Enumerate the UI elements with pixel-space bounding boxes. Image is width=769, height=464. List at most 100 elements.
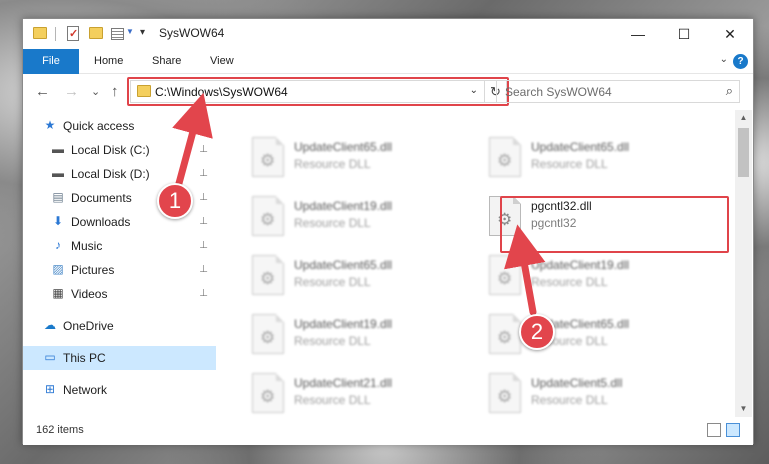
up-button[interactable]: ↑: [111, 83, 119, 100]
file-item[interactable]: ⚙ UpdateClient19.dll Resource DLL: [246, 309, 476, 363]
item-count: 162 items: [36, 424, 84, 436]
network-icon: ⊞: [44, 382, 56, 396]
drive-icon: ▬: [52, 166, 64, 180]
file-name: UpdateClient5.dll: [531, 376, 623, 390]
file-description: Resource DLL: [294, 393, 371, 407]
file-item[interactable]: ⚙ UpdateClient21.dll Resource DLL: [246, 368, 476, 417]
file-name: UpdateClient19.dll: [294, 199, 393, 213]
sidebar-item-label: Local Disk (C:): [71, 143, 150, 157]
file-description: Resource DLL: [294, 275, 371, 289]
file-description: Resource DLL: [531, 393, 608, 407]
sidebar-item[interactable]: ▬ Local Disk (C:) ⊥: [23, 138, 216, 162]
sidebar-item-label: This PC: [63, 351, 106, 365]
tab-view[interactable]: View: [210, 49, 234, 74]
gear-icon: ⚙: [260, 151, 276, 170]
gear-icon: ⚙: [260, 269, 276, 288]
download-icon: ⬇: [52, 214, 64, 228]
sidebar-item[interactable]: ★ Quick access: [23, 114, 216, 138]
file-item[interactable]: ⚙ UpdateClient19.dll Resource DLL: [483, 250, 713, 304]
file-item[interactable]: ⚙ UpdateClient65.dll Resource DLL: [246, 132, 476, 186]
maximize-button[interactable]: ☐: [661, 19, 707, 49]
dll-file-icon: ⚙: [489, 314, 521, 354]
file-item[interactable]: ⚙ UpdateClient65.dll Resource DLL: [483, 309, 713, 363]
customize-arrow-icon[interactable]: ▼: [126, 27, 134, 36]
sidebar-item-label: Videos: [71, 287, 108, 301]
dll-file-icon: ⚙: [252, 314, 284, 354]
drive-icon: ▬: [52, 142, 64, 156]
sidebar-item[interactable]: ⊞ Network: [23, 378, 216, 402]
tab-file[interactable]: File: [23, 49, 79, 74]
recent-locations-button[interactable]: ⌄: [91, 85, 100, 98]
gear-icon: ⚙: [497, 151, 513, 170]
file-name: UpdateClient19.dll: [531, 258, 630, 272]
pin-icon[interactable]: ⊥: [199, 264, 208, 275]
dll-file-icon: ⚙: [252, 373, 284, 413]
callout-1: 1: [157, 183, 193, 219]
ribbon-tabs: File Home Share View ⌄ ?: [23, 49, 753, 74]
sidebar-item[interactable]: ▭ This PC: [23, 346, 216, 370]
folder-icon: [33, 27, 47, 39]
sidebar-item-label: Quick access: [63, 119, 135, 133]
document-icon: ▤: [52, 190, 64, 204]
search-icon[interactable]: ⌕: [726, 83, 733, 99]
pin-icon[interactable]: ⊥: [199, 168, 208, 179]
close-button[interactable]: ✕: [707, 19, 753, 49]
gear-icon: ⚙: [497, 328, 513, 347]
scroll-thumb[interactable]: [738, 128, 749, 177]
file-name: UpdateClient65.dll: [531, 140, 630, 154]
sidebar-item[interactable]: ▬ Local Disk (D:) ⊥: [23, 162, 216, 186]
sidebar-item-label: Music: [71, 239, 103, 253]
gear-icon: ⚙: [260, 387, 276, 406]
file-item[interactable]: ⚙ UpdateClient65.dll Resource DLL: [483, 132, 713, 186]
tab-home[interactable]: Home: [94, 49, 123, 74]
chevron-down-icon[interactable]: ⌄: [720, 54, 728, 65]
properties-check-icon[interactable]: ✓: [67, 26, 79, 41]
help-icon[interactable]: ?: [733, 54, 748, 69]
search-placeholder: Search SysWOW64: [505, 85, 612, 99]
sidebar-item[interactable]: ▦ Videos ⊥: [23, 282, 216, 306]
sidebar-item-label: Pictures: [71, 263, 115, 277]
search-input[interactable]: Search SysWOW64 ⌕: [496, 80, 740, 103]
file-name: UpdateClient65.dll: [294, 258, 393, 272]
details-view-icon[interactable]: [707, 423, 721, 437]
file-description: Resource DLL: [294, 216, 371, 230]
dll-file-icon: ⚙: [489, 373, 521, 413]
window-title: SysWOW64: [159, 26, 225, 40]
minimize-button[interactable]: —: [615, 19, 661, 49]
pin-icon[interactable]: ⊥: [199, 144, 208, 155]
file-item[interactable]: ⚙ UpdateClient5.dll Resource DLL: [483, 368, 713, 417]
file-description: Resource DLL: [531, 275, 608, 289]
sidebar-item-label: Documents: [71, 191, 132, 205]
new-folder-icon[interactable]: [89, 27, 103, 39]
dll-file-icon: ⚙: [489, 255, 521, 295]
cloud-icon: ☁: [44, 318, 56, 332]
file-description: Resource DLL: [294, 157, 371, 171]
pin-icon[interactable]: ⊥: [199, 192, 208, 203]
navigation-pane: ★ Quick access ▬ Local Disk (C:) ⊥ ▬ Local Dis…: [23, 110, 216, 417]
file-description: Resource DLL: [294, 334, 371, 348]
sidebar-item[interactable]: ▨ Pictures ⊥: [23, 258, 216, 282]
sidebar-item[interactable]: ♪ Music ⊥: [23, 234, 216, 258]
gear-icon: ⚙: [497, 269, 513, 288]
quick-access-dropdown-icon[interactable]: ▾: [140, 27, 145, 38]
file-list: ⚙ UpdateClient65.dll Resource DLL ⚙ UpdateCl…: [216, 110, 735, 417]
tab-share[interactable]: Share: [152, 49, 181, 74]
file-item[interactable]: ⚙ UpdateClient65.dll Resource DLL: [246, 250, 476, 304]
pin-icon[interactable]: ⊥: [199, 216, 208, 227]
star-icon: ★: [44, 118, 56, 132]
scroll-down-icon[interactable]: ▼: [735, 401, 752, 417]
dll-file-icon: ⚙: [252, 255, 284, 295]
back-button[interactable]: ←: [35, 83, 50, 100]
callout-2: 2: [519, 314, 555, 350]
forward-button[interactable]: →: [64, 83, 79, 100]
sidebar-item[interactable]: ☁ OneDrive: [23, 314, 216, 338]
pin-icon[interactable]: ⊥: [199, 240, 208, 251]
scroll-up-icon[interactable]: ▲: [735, 110, 752, 126]
properties-icon[interactable]: [111, 28, 124, 40]
navigation-bar: ← → ⌄ ↑ C:\Windows\SysWOW64 ⌄ ↻ Search S…: [23, 74, 753, 110]
vertical-scrollbar[interactable]: ▲ ▼: [735, 110, 752, 417]
pin-icon[interactable]: ⊥: [199, 288, 208, 299]
file-item[interactable]: ⚙ UpdateClient19.dll Resource DLL: [246, 191, 476, 245]
file-name: UpdateClient21.dll: [294, 376, 393, 390]
large-icons-view-icon[interactable]: [726, 423, 740, 437]
